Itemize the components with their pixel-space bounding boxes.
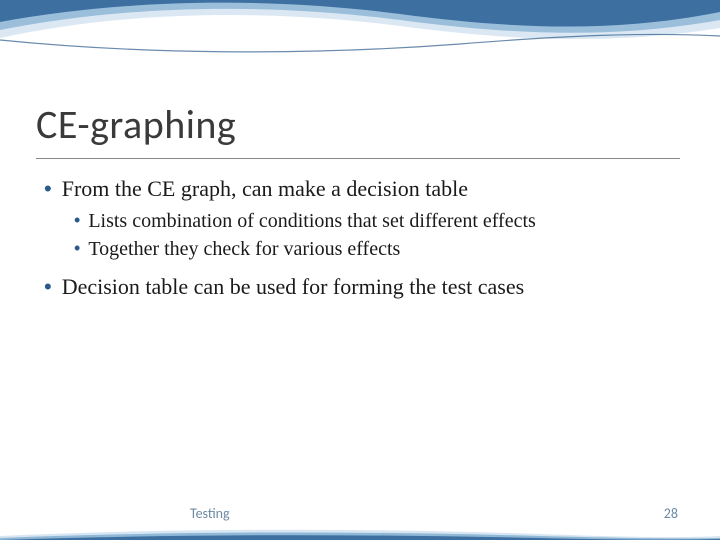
bullet-icon: •	[44, 174, 52, 204]
bullet-icon: •	[74, 208, 80, 233]
bullet-text: Decision table can be used for forming t…	[62, 272, 524, 302]
bullet-icon: •	[74, 236, 80, 261]
slide-body: • From the CE graph, can make a decision…	[44, 174, 676, 306]
footer-label: Testing	[190, 505, 230, 522]
page-number: 28	[664, 505, 678, 522]
bullet-level1: • Decision table can be used for forming…	[44, 272, 676, 302]
bullet-level1: • From the CE graph, can make a decision…	[44, 174, 676, 204]
bullet-text: Together they check for various effects	[88, 236, 400, 262]
title-underline	[36, 158, 680, 159]
slide: CE-graphing • From the CE graph, can mak…	[0, 0, 720, 540]
bullet-level2: • Lists combination of conditions that s…	[74, 208, 676, 234]
top-wave-decoration	[0, 0, 720, 62]
slide-title: CE-graphing	[36, 100, 236, 149]
bullet-text: Lists combination of conditions that set…	[88, 208, 536, 234]
bullet-level2: • Together they check for various effect…	[74, 236, 676, 262]
bottom-wave-decoration	[0, 526, 720, 540]
bullet-text: From the CE graph, can make a decision t…	[62, 174, 468, 204]
bullet-icon: •	[44, 272, 52, 302]
